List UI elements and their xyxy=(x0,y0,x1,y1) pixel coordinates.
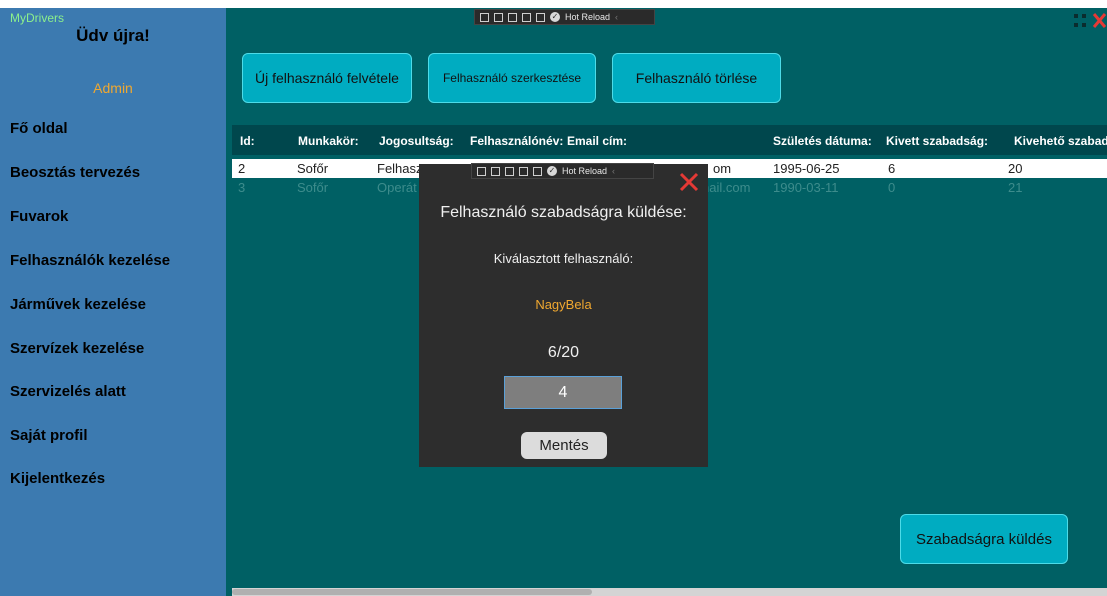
hot-reload-label[interactable]: Hot Reload xyxy=(565,12,610,22)
close-icon[interactable] xyxy=(679,172,699,197)
sidebar: MyDrivers Üdv újra! Admin Fő oldal Beosz… xyxy=(0,8,226,596)
cell-birth-date: 1990-03-11 xyxy=(773,180,839,195)
sidebar-item-users[interactable]: Felhasználók kezelése xyxy=(10,252,170,269)
display-layout-icon[interactable] xyxy=(491,166,500,176)
sidebar-item-services[interactable]: Szervízek kezelése xyxy=(10,340,144,357)
cell-email: nail.com xyxy=(702,180,751,195)
sidebar-item-profile[interactable]: Saját profil xyxy=(10,427,88,444)
select-element-icon[interactable] xyxy=(480,12,489,22)
cell-vacation-taken: 0 xyxy=(888,180,896,195)
cell-vacation-available: 20 xyxy=(1008,161,1023,176)
check-icon: ✓ xyxy=(547,166,557,176)
accessibility-icon[interactable] xyxy=(536,12,545,22)
column-header-job[interactable]: Munkakör: xyxy=(298,134,359,148)
cell-permission: Felhasz xyxy=(377,161,423,176)
binding-icon[interactable] xyxy=(522,12,531,22)
chevron-left-icon[interactable]: ‹ xyxy=(612,166,615,176)
app-name: MyDrivers xyxy=(10,11,64,25)
dialog-devtools-toolbar: ✓ Hot Reload ‹ xyxy=(471,163,654,179)
select-element-icon[interactable] xyxy=(477,166,486,176)
app-window: MyDrivers Üdv újra! Admin Fő oldal Beosz… xyxy=(0,8,1107,596)
track-focus-icon[interactable] xyxy=(505,166,514,176)
sidebar-item-vehicles[interactable]: Járművek kezelése xyxy=(10,296,146,313)
send-vacation-button[interactable]: Szabadságra küldés xyxy=(900,514,1068,564)
column-header-birth-date[interactable]: Születés dátuma: xyxy=(773,134,872,148)
selected-user-label: Kiválasztott felhasználó: xyxy=(493,251,634,266)
horizontal-scrollbar[interactable] xyxy=(232,588,1107,596)
column-header-username[interactable]: Felhasználónév: xyxy=(470,134,563,148)
sidebar-item-logout[interactable]: Kijelentkezés xyxy=(10,470,105,487)
accessibility-icon[interactable] xyxy=(533,166,542,176)
column-header-permission[interactable]: Jogosultság: xyxy=(379,134,454,148)
cell-vacation-available: 21 xyxy=(1008,180,1023,195)
cell-permission: Operát xyxy=(377,180,417,195)
cell-id: 3 xyxy=(238,180,246,195)
cell-job: Sofőr xyxy=(297,161,329,176)
track-focus-icon[interactable] xyxy=(508,12,517,22)
hot-reload-label[interactable]: Hot Reload xyxy=(562,166,607,176)
cell-job: Sofőr xyxy=(297,180,329,195)
display-layout-icon[interactable] xyxy=(494,12,503,22)
selected-username: NagyBela xyxy=(535,297,592,312)
dialog-title: Felhasználó szabadságra küldése: xyxy=(440,204,687,221)
sidebar-item-schedule[interactable]: Beosztás tervezés xyxy=(10,164,140,181)
cell-email: om xyxy=(713,161,732,176)
table-header: Id: Munkakör: Jogosultság: Felhasználóné… xyxy=(232,125,1107,155)
vacation-ratio: 6/20 xyxy=(547,344,580,361)
vacation-days-input[interactable] xyxy=(504,376,622,409)
binding-icon[interactable] xyxy=(519,166,528,176)
fullscreen-icon[interactable] xyxy=(1074,14,1086,27)
add-user-button[interactable]: Új felhasználó felvétele xyxy=(242,53,412,103)
cell-birth-date: 1995-06-25 xyxy=(773,161,840,176)
column-header-email[interactable]: Email cím: xyxy=(567,134,627,148)
check-icon: ✓ xyxy=(550,12,560,22)
sidebar-item-home[interactable]: Fő oldal xyxy=(10,120,68,137)
window-controls xyxy=(1072,12,1107,30)
user-role: Admin xyxy=(93,80,133,96)
close-window-icon[interactable] xyxy=(1092,13,1107,28)
devtools-toolbar: ✓ Hot Reload ‹ xyxy=(474,9,655,25)
cell-vacation-taken: 6 xyxy=(888,161,896,176)
edit-user-button[interactable]: Felhasználó szerkesztése xyxy=(428,53,596,103)
welcome-heading: Üdv újra! xyxy=(76,26,150,45)
vacation-dialog: ✓ Hot Reload ‹ Felhasználó szabadságra k… xyxy=(419,163,708,467)
sidebar-item-in-service[interactable]: Szervizelés alatt xyxy=(10,383,126,400)
scrollbar-thumb[interactable] xyxy=(232,589,592,595)
save-button[interactable]: Mentés xyxy=(521,432,607,459)
sidebar-item-deliveries[interactable]: Fuvarok xyxy=(10,208,68,225)
column-header-id[interactable]: Id: xyxy=(240,134,255,148)
column-header-vacation-taken[interactable]: Kivett szabadság: xyxy=(886,134,988,148)
column-header-vacation-available[interactable]: Kivehető szabad xyxy=(1014,134,1107,148)
delete-user-button[interactable]: Felhasználó törlése xyxy=(612,53,781,103)
cell-id: 2 xyxy=(238,161,246,176)
chevron-left-icon[interactable]: ‹ xyxy=(615,12,618,22)
